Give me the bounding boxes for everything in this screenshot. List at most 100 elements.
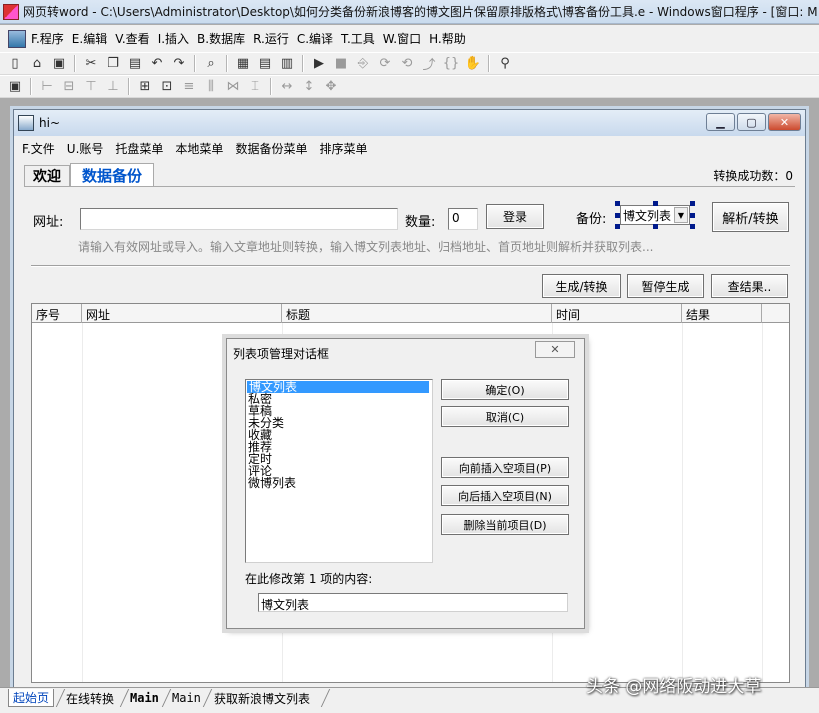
menu-data-backup[interactable]: 数据备份菜单 bbox=[233, 140, 317, 157]
column-header-url[interactable]: 网址 bbox=[82, 304, 282, 323]
insert-after-button[interactable]: 向后插入空项目(N) bbox=[441, 485, 569, 506]
list-item[interactable]: 微博列表 bbox=[246, 477, 432, 489]
size-both-icon[interactable]: ✥ bbox=[321, 78, 341, 96]
align-left-icon[interactable]: ⊢ bbox=[37, 78, 57, 96]
ide-menu-icon[interactable] bbox=[8, 29, 26, 48]
layout-2-icon[interactable]: ▤ bbox=[255, 55, 275, 73]
step-3-icon[interactable]: ⟲ bbox=[397, 55, 417, 73]
run-icon[interactable]: ▶ bbox=[309, 55, 329, 73]
column-header-title[interactable]: 标题 bbox=[282, 304, 552, 323]
dialog-item-list[interactable]: 博文列表 私密 草稿 未分类 收藏 推荐 定时 评论 微博列表 bbox=[245, 379, 433, 563]
close-button[interactable]: ✕ bbox=[768, 113, 801, 131]
minimize-icon: ▁ bbox=[716, 115, 725, 129]
space-2-icon[interactable]: ⫼ bbox=[201, 78, 221, 96]
menu-tools[interactable]: T.工具 bbox=[339, 30, 381, 47]
list-item[interactable]: 私密 bbox=[246, 393, 432, 405]
stop-icon[interactable]: ■ bbox=[331, 55, 351, 73]
new-file-icon[interactable]: ▯ bbox=[5, 55, 25, 73]
space-3-icon[interactable]: ⋈ bbox=[223, 78, 243, 96]
edit-item-input[interactable]: 博文列表 bbox=[258, 593, 568, 612]
form-icon[interactable]: ▣ bbox=[5, 78, 25, 96]
url-input[interactable] bbox=[80, 208, 398, 230]
hand-icon[interactable]: ✋ bbox=[463, 55, 483, 73]
list-item[interactable]: 收藏 bbox=[246, 429, 432, 441]
undo-icon[interactable]: ↶ bbox=[147, 55, 167, 73]
login-button[interactable]: 登录 bbox=[486, 204, 544, 229]
minimize-button[interactable]: ▁ bbox=[706, 113, 735, 131]
redo-icon[interactable]: ↷ bbox=[169, 55, 189, 73]
column-header-index[interactable]: 序号 bbox=[32, 304, 82, 323]
align-center-icon[interactable]: ⊟ bbox=[59, 78, 79, 96]
tab-fetch-sina-list[interactable]: 获取新浪博文列表 bbox=[210, 689, 314, 707]
backup-select[interactable]: 博文列表 ▼ bbox=[620, 205, 690, 225]
menu-sort[interactable]: 排序菜单 bbox=[317, 140, 377, 157]
chevron-down-icon[interactable]: ▼ bbox=[674, 207, 688, 223]
align-bottom-icon[interactable]: ⊥ bbox=[103, 78, 123, 96]
window-title-bar[interactable]: hi~ ▁ ▢ ✕ bbox=[14, 110, 805, 136]
size-height-icon[interactable]: ↕ bbox=[299, 78, 319, 96]
step-4-icon[interactable]: ⤴ bbox=[419, 55, 439, 73]
pause-button[interactable]: 暂停生成 bbox=[627, 274, 704, 298]
tab-data-backup[interactable]: 数据备份 bbox=[70, 163, 154, 187]
parse-convert-button[interactable]: 解析/转换 bbox=[712, 202, 789, 232]
generate-button[interactable]: 生成/转换 bbox=[542, 274, 621, 298]
insert-before-button[interactable]: 向前插入空项目(P) bbox=[441, 457, 569, 478]
step-1-icon[interactable]: ⎆ bbox=[353, 55, 373, 73]
space-4-icon[interactable]: ⌶ bbox=[245, 78, 265, 96]
menu-account[interactable]: U.账号 bbox=[65, 140, 114, 157]
step-5-icon[interactable]: {} bbox=[441, 55, 461, 73]
menu-file[interactable]: F.文件 bbox=[20, 140, 65, 157]
menu-compile[interactable]: C.编译 bbox=[295, 30, 339, 47]
step-2-icon[interactable]: ⟳ bbox=[375, 55, 395, 73]
menu-tray[interactable]: 托盘菜单 bbox=[113, 140, 173, 157]
layout-3-icon[interactable]: ▥ bbox=[277, 55, 297, 73]
column-header-result[interactable]: 结果 bbox=[682, 304, 762, 323]
menu-database[interactable]: B.数据库 bbox=[195, 30, 251, 47]
count-input[interactable]: 0 bbox=[448, 208, 478, 230]
tab-welcome[interactable]: 欢迎 bbox=[24, 165, 70, 186]
layout-1-icon[interactable]: ▦ bbox=[233, 55, 253, 73]
find-icon[interactable]: ⌕ bbox=[201, 55, 221, 73]
space-1-icon[interactable]: ≡ bbox=[179, 78, 199, 96]
paste-icon[interactable]: ▤ bbox=[125, 55, 145, 73]
tab-main-1[interactable]: Main bbox=[126, 689, 163, 707]
center-v-icon[interactable]: ⊡ bbox=[157, 78, 177, 96]
menu-local[interactable]: 本地菜单 bbox=[173, 140, 233, 157]
list-item[interactable]: 博文列表 bbox=[247, 381, 429, 393]
tab-start-page[interactable]: 起始页 bbox=[8, 689, 55, 707]
selection-handle bbox=[653, 224, 658, 229]
column-header-time[interactable]: 时间 bbox=[552, 304, 682, 323]
list-item[interactable]: 定时 bbox=[246, 453, 432, 465]
save-icon[interactable]: ▣ bbox=[49, 55, 69, 73]
size-width-icon[interactable]: ↔ bbox=[277, 78, 297, 96]
menu-program[interactable]: F.程序 bbox=[29, 30, 70, 47]
selection-handle bbox=[690, 224, 695, 229]
results-button[interactable]: 查结果.. bbox=[711, 274, 788, 298]
copy-icon[interactable]: ❐ bbox=[103, 55, 123, 73]
selection-handle bbox=[690, 201, 695, 206]
align-top-icon[interactable]: ⊤ bbox=[81, 78, 101, 96]
toolbar-separator bbox=[302, 55, 304, 72]
toolbar-separator bbox=[30, 78, 32, 95]
cut-icon[interactable]: ✂ bbox=[81, 55, 101, 73]
open-folder-icon[interactable]: ⌂ bbox=[27, 55, 47, 73]
menu-help[interactable]: H.帮助 bbox=[427, 30, 472, 47]
dialog-cancel-button[interactable]: 取消(C) bbox=[441, 406, 569, 427]
menu-edit[interactable]: E.编辑 bbox=[70, 30, 113, 47]
tab-main-2[interactable]: Main bbox=[168, 689, 205, 707]
center-h-icon[interactable]: ⊞ bbox=[135, 78, 155, 96]
dialog-close-button[interactable]: ✕ bbox=[535, 341, 575, 358]
binoculars-icon[interactable]: ⚲ bbox=[495, 55, 515, 73]
maximize-button[interactable]: ▢ bbox=[737, 113, 766, 131]
toolbar-separator bbox=[194, 55, 196, 72]
menu-insert[interactable]: I.插入 bbox=[156, 30, 195, 47]
delete-item-button[interactable]: 删除当前项目(D) bbox=[441, 514, 569, 535]
menu-view[interactable]: V.查看 bbox=[113, 30, 155, 47]
tab-online-convert[interactable]: 在线转换 bbox=[62, 689, 118, 707]
list-item[interactable]: 推荐 bbox=[246, 441, 432, 453]
menu-run[interactable]: R.运行 bbox=[251, 30, 295, 47]
menu-window[interactable]: W.窗口 bbox=[381, 30, 427, 47]
tab-strip: 欢迎 数据备份 转换成功数：0 bbox=[22, 163, 797, 187]
dialog-ok-button[interactable]: 确定(O) bbox=[441, 379, 569, 400]
list-item[interactable]: 未分类 bbox=[246, 417, 432, 429]
